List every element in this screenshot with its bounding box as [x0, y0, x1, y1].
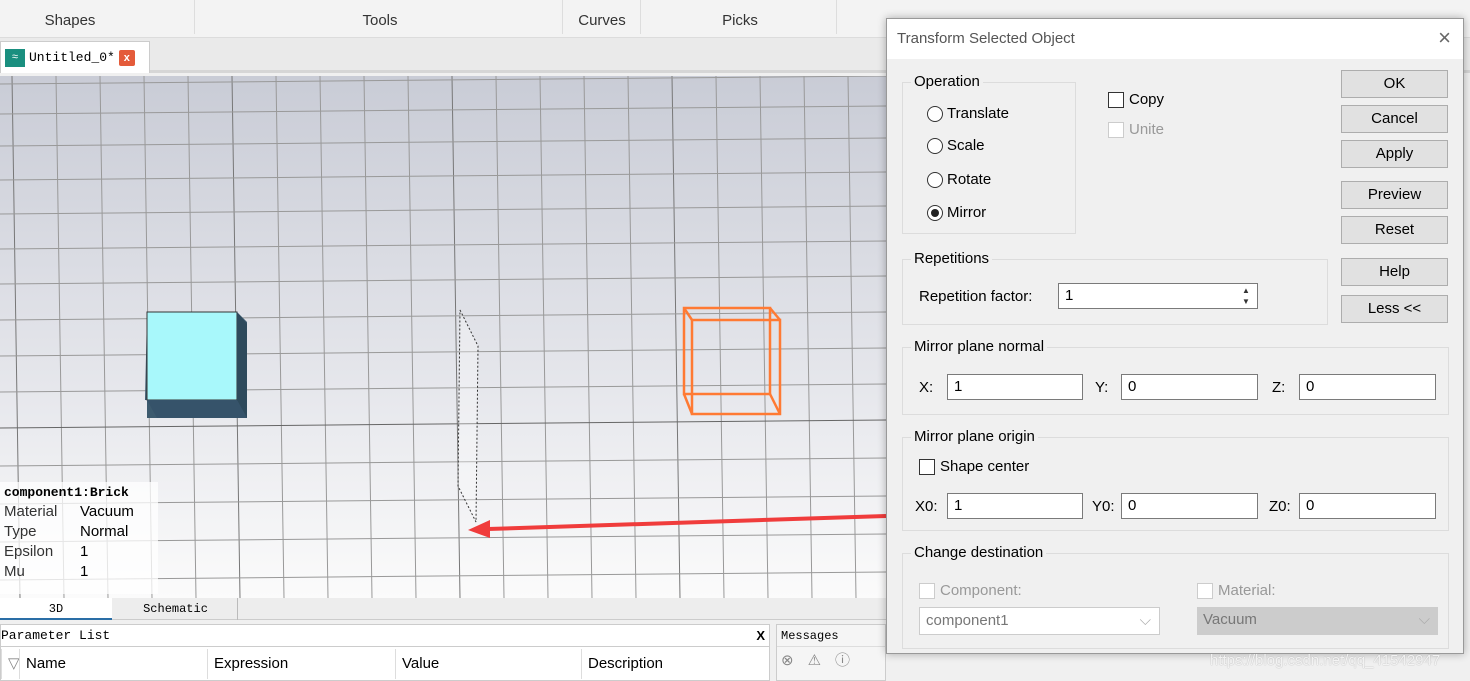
parameter-list-title: Parameter List: [1, 628, 111, 643]
ribbon-group-picks: Picks: [722, 12, 758, 29]
ribbon-group-shapes: Shapes: [44, 12, 96, 29]
messages-title: Messages: [777, 625, 885, 647]
column-name[interactable]: Name: [19, 649, 207, 679]
shape-center-checkbox[interactable]: Shape center: [919, 458, 1029, 475]
ribbon-group-curves: Curves: [578, 12, 626, 29]
cancel-button[interactable]: Cancel: [1341, 105, 1448, 133]
radio-translate[interactable]: Translate: [927, 105, 1009, 122]
selected-brick-outline: [682, 306, 782, 416]
info-icon[interactable]: ⓘ: [835, 652, 864, 669]
less-button[interactable]: Less <<: [1341, 295, 1448, 323]
radio-scale[interactable]: Scale: [927, 137, 985, 154]
transform-dialog: Transform Selected Object × Operation Tr…: [886, 18, 1464, 654]
parameter-list: Parameter List X ▽ Name Expression Value…: [0, 624, 770, 681]
arrow-head: [468, 520, 490, 538]
mirror-plane: [457, 309, 479, 523]
radio-mirror[interactable]: Mirror: [927, 204, 986, 221]
component-select[interactable]: component1 ⌵: [919, 607, 1160, 635]
close-panel-icon[interactable]: X: [756, 625, 765, 647]
info-panel: component1:Brick Material Vacuum Type Norm…: [0, 482, 158, 594]
origin-y-input[interactable]: 0: [1121, 493, 1258, 519]
repetition-factor-input[interactable]: 1: [1058, 283, 1258, 309]
app-icon: ≈: [5, 48, 25, 67]
z-label: Z:: [1272, 379, 1286, 396]
radio-rotate[interactable]: Rotate: [927, 171, 991, 188]
mirror-normal-group: Mirror plane normal X: 1 Y: 0 Z: 0: [902, 338, 1449, 415]
info-title: component1:Brick: [4, 485, 129, 500]
brick: [146, 311, 238, 401]
close-tab-icon[interactable]: x: [118, 49, 135, 66]
info-key: Mu: [4, 563, 25, 580]
info-value: 1: [80, 563, 89, 580]
normal-y-input[interactable]: 0: [1121, 374, 1258, 400]
tab-3d[interactable]: 3D: [0, 598, 112, 620]
y-label: Y:: [1095, 379, 1109, 396]
brick-bottom: [147, 400, 247, 418]
ok-button[interactable]: OK: [1341, 70, 1448, 98]
normal-x-input[interactable]: 1: [947, 374, 1083, 400]
preview-button[interactable]: Preview: [1341, 181, 1448, 209]
copy-checkbox[interactable]: Copy: [1108, 91, 1164, 108]
group-label: Mirror plane origin: [911, 428, 1038, 445]
group-label: Change destination: [911, 544, 1047, 561]
x-label: X:: [919, 379, 934, 396]
info-key: Epsilon: [4, 543, 54, 560]
info-value: 1: [80, 543, 89, 560]
x0-label: X0:: [915, 498, 938, 515]
info-value: Vacuum: [80, 503, 134, 520]
error-icon[interactable]: ⊗: [781, 652, 808, 669]
origin-z-input[interactable]: 0: [1299, 493, 1436, 519]
dialog-title: Transform Selected Object: [887, 19, 1463, 59]
normal-z-input[interactable]: 0: [1299, 374, 1436, 400]
origin-x-input[interactable]: 1: [947, 493, 1083, 519]
mirror-origin-group: Mirror plane origin Shape center X0: 1 Y…: [902, 428, 1449, 531]
messages-panel: Messages ⊗⚠ⓘ: [776, 624, 886, 681]
repetition-factor-label: Repetition factor:: [919, 288, 1033, 305]
brick-side: [237, 312, 247, 418]
column-description[interactable]: Description: [581, 649, 769, 679]
reset-button[interactable]: Reset: [1341, 216, 1448, 244]
tab-schematic[interactable]: Schematic: [114, 598, 238, 620]
watermark: https://blog.csdn.net/qq_41542947: [1210, 652, 1441, 669]
group-label: Operation: [911, 73, 983, 90]
info-key: Material: [4, 503, 58, 520]
info-value: Normal: [80, 523, 129, 540]
y0-label: Y0:: [1092, 498, 1115, 515]
document-tab-title: Untitled_0*: [29, 50, 115, 65]
material-select[interactable]: Vacuum ⌵: [1197, 607, 1438, 635]
component-checkbox[interactable]: Component:: [919, 582, 1022, 599]
group-label: Mirror plane normal: [911, 338, 1048, 355]
view-tabs: 3D Schematic: [0, 598, 886, 620]
apply-button[interactable]: Apply: [1341, 140, 1448, 168]
column-expression[interactable]: Expression: [207, 649, 395, 679]
document-tab[interactable]: ≈ Untitled_0* x: [0, 41, 150, 73]
repetitions-group: Repetitions Repetition factor: 1 ▲ ▼: [902, 250, 1328, 325]
change-destination-group: Change destination Component: component1…: [902, 544, 1449, 649]
ribbon-group-tools: Tools: [362, 12, 398, 29]
operation-group: Operation Translate Scale Rotate Mirror: [902, 73, 1076, 234]
chevron-down-icon: ⌵: [1139, 612, 1151, 629]
close-icon[interactable]: ×: [1438, 27, 1451, 49]
warning-icon[interactable]: ⚠: [808, 652, 835, 669]
column-value[interactable]: Value: [395, 649, 581, 679]
info-key: Type: [4, 523, 37, 540]
group-label: Repetitions: [911, 250, 993, 267]
material-checkbox[interactable]: Material:: [1197, 582, 1276, 599]
z0-label: Z0:: [1269, 498, 1291, 515]
unite-checkbox[interactable]: Unite: [1108, 121, 1164, 138]
help-button[interactable]: Help: [1341, 258, 1448, 286]
spinner-icon[interactable]: ▲ ▼: [1237, 285, 1255, 307]
filter-icon[interactable]: ▽: [1, 649, 20, 679]
annotation-arrow: [487, 514, 886, 531]
chevron-down-icon: ⌵: [1418, 611, 1430, 628]
